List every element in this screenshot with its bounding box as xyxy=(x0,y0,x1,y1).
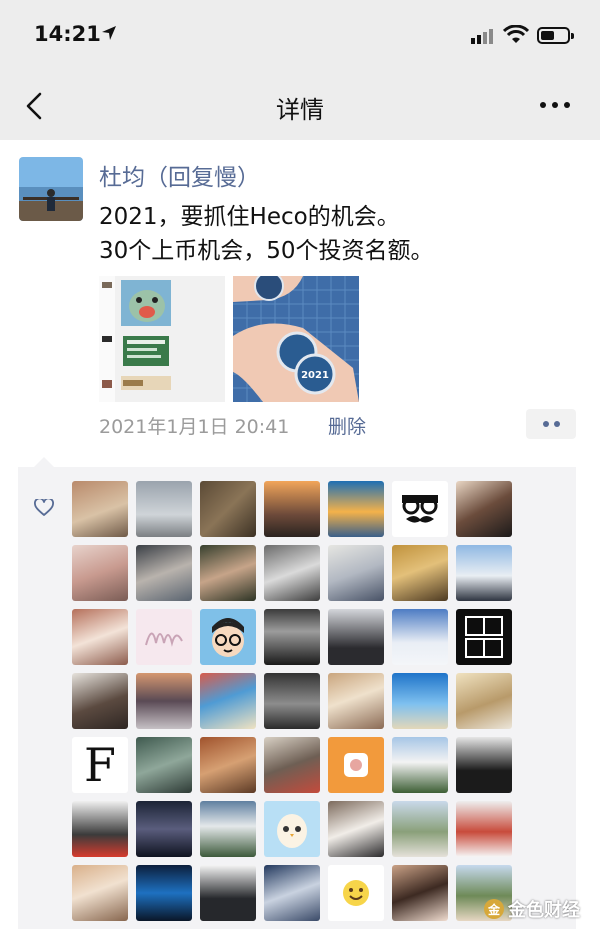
liker-avatar[interactable] xyxy=(72,673,128,729)
watermark: 金 金色财经 xyxy=(484,896,580,922)
liker-avatar[interactable] xyxy=(264,545,320,601)
author-name[interactable]: 杜均（回复慢） xyxy=(99,158,260,192)
liker-avatar[interactable] xyxy=(392,865,448,921)
liker-avatar[interactable] xyxy=(328,801,384,857)
liker-avatar[interactable] xyxy=(136,737,192,793)
post-text: 2021，要抓住Heco的机会。 30个上币机会，50个投资名额。 xyxy=(99,200,434,268)
liker-avatar[interactable] xyxy=(328,545,384,601)
heart-icon xyxy=(34,499,54,516)
post-timestamp: 2021年1月1日 20:41 xyxy=(99,416,290,438)
liker-avatar[interactable]: F xyxy=(72,737,128,793)
liker-avatar[interactable] xyxy=(72,481,128,537)
liker-avatar[interactable] xyxy=(136,801,192,857)
liker-avatar[interactable] xyxy=(456,737,512,793)
liker-avatar[interactable] xyxy=(456,673,512,729)
likes-caret xyxy=(34,457,54,467)
liker-avatar[interactable] xyxy=(264,673,320,729)
liker-avatar[interactable] xyxy=(264,801,320,857)
signal-icon xyxy=(471,29,493,44)
liker-avatar[interactable] xyxy=(392,609,448,665)
liker-avatar[interactable] xyxy=(200,801,256,857)
liker-avatar[interactable] xyxy=(328,609,384,665)
liker-avatar[interactable] xyxy=(264,737,320,793)
liker-avatar[interactable] xyxy=(264,481,320,537)
more-options-button[interactable] xyxy=(530,90,580,120)
liker-avatar[interactable] xyxy=(136,673,192,729)
liker-avatar[interactable] xyxy=(328,865,384,921)
liker-avatar[interactable] xyxy=(456,545,512,601)
liker-avatar[interactable] xyxy=(136,609,192,665)
coin-label: 2021 xyxy=(301,370,329,381)
liker-avatar[interactable] xyxy=(456,609,512,665)
liker-avatar[interactable] xyxy=(136,865,192,921)
liker-avatar[interactable] xyxy=(392,545,448,601)
liker-avatar[interactable] xyxy=(328,737,384,793)
post-line-2: 30个上币机会，50个投资名额。 xyxy=(99,238,434,264)
liker-avatar[interactable] xyxy=(200,481,256,537)
liker-avatar[interactable] xyxy=(264,865,320,921)
liker-avatar[interactable] xyxy=(456,801,512,857)
liker-avatar[interactable] xyxy=(392,673,448,729)
post-photo-2[interactable]: 2021 xyxy=(233,276,359,402)
liker-avatar[interactable] xyxy=(136,481,192,537)
liker-avatar[interactable] xyxy=(72,801,128,857)
liker-avatar[interactable] xyxy=(392,737,448,793)
liker-avatar[interactable] xyxy=(200,737,256,793)
liker-avatar[interactable] xyxy=(72,545,128,601)
wifi-icon xyxy=(503,25,529,43)
author-avatar[interactable] xyxy=(19,157,83,221)
liker-avatar[interactable] xyxy=(456,481,512,537)
liker-avatar[interactable] xyxy=(200,609,256,665)
liker-avatar[interactable] xyxy=(136,545,192,601)
liker-avatar[interactable] xyxy=(200,865,256,921)
liker-avatar[interactable] xyxy=(72,865,128,921)
watermark-logo-icon: 金 xyxy=(484,899,504,919)
post-line-1: 2021，要抓住Heco的机会。 xyxy=(99,204,400,230)
liker-avatar[interactable] xyxy=(392,801,448,857)
page-title: 详情 xyxy=(276,96,324,124)
battery-icon xyxy=(537,27,574,44)
liker-avatar[interactable] xyxy=(392,481,448,537)
watermark-text: 金色财经 xyxy=(508,900,580,921)
liker-avatar[interactable] xyxy=(264,609,320,665)
liker-avatar[interactable] xyxy=(200,673,256,729)
delete-button[interactable]: 删除 xyxy=(328,412,366,439)
location-arrow-icon xyxy=(102,26,116,40)
post-photo-1[interactable] xyxy=(99,276,225,402)
liker-avatar[interactable] xyxy=(200,545,256,601)
comment-like-menu-button[interactable] xyxy=(526,409,576,439)
liker-avatar[interactable] xyxy=(328,481,384,537)
liker-avatar[interactable] xyxy=(328,673,384,729)
liker-avatar[interactable] xyxy=(72,609,128,665)
status-time: 14:21 xyxy=(34,22,101,46)
